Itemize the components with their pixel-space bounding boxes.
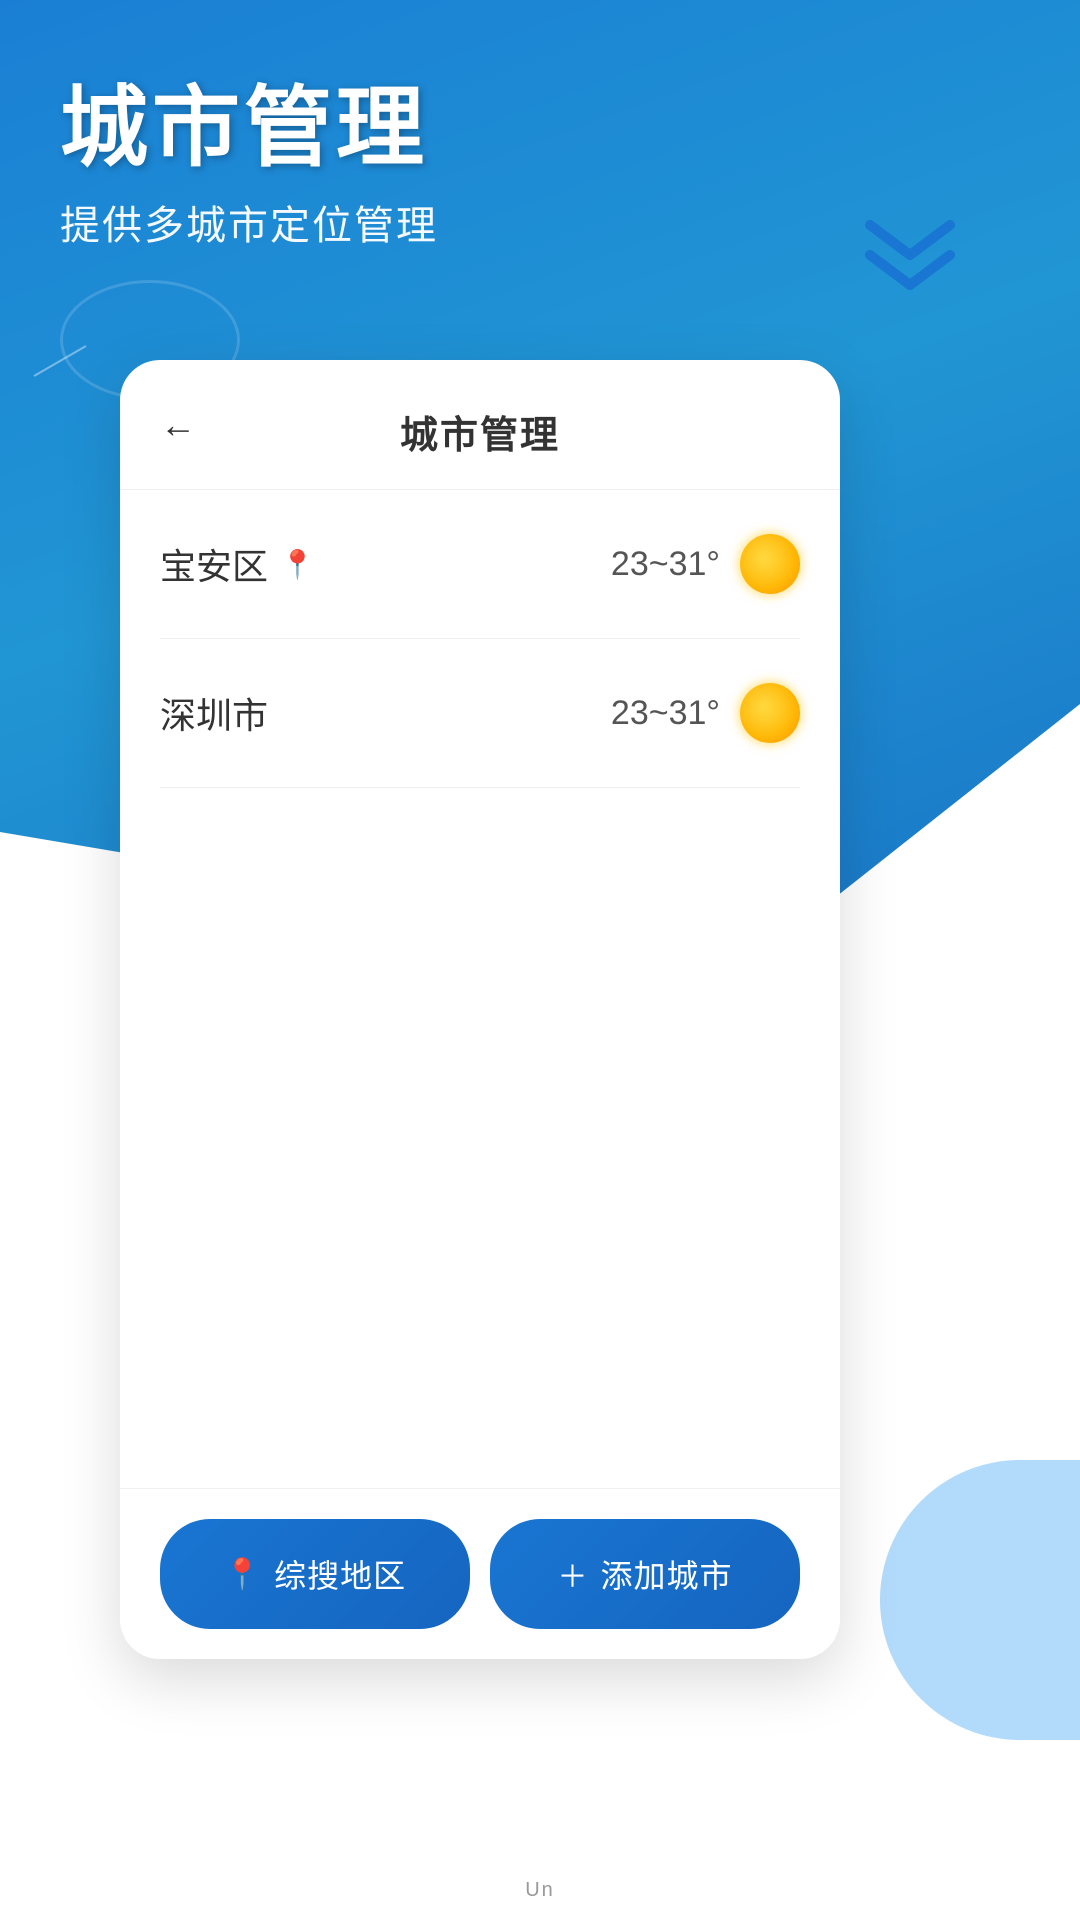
add-icon: ＋ xyxy=(557,1552,588,1596)
locate-area-button[interactable]: 📍 综搜地区 xyxy=(160,1519,470,1629)
temp-range-baoan: 23~31° xyxy=(611,545,720,584)
locate-icon: 📍 xyxy=(224,1557,262,1592)
city-right-shenzhen: 23~31° xyxy=(611,683,800,743)
city-management-card: ← 城市管理 宝安区 📍 23~31° 深圳市 23~31° xyxy=(120,360,840,1659)
bottom-action-buttons: 📍 综搜地区 ＋ 添加城市 xyxy=(120,1488,840,1659)
header-text-area: 城市管理 提供多城市定位管理 xyxy=(60,80,438,251)
temp-range-shenzhen: 23~31° xyxy=(611,694,720,733)
city-name-baoan: 宝安区 xyxy=(160,538,268,590)
page-main-title: 城市管理 xyxy=(60,80,438,177)
weather-sunny-icon-baoan xyxy=(740,534,800,594)
location-pin-icon: 📍 xyxy=(280,548,315,581)
add-button-label: 添加城市 xyxy=(600,1551,732,1597)
bottom-text: Un xyxy=(525,1879,555,1902)
add-city-button[interactable]: ＋ 添加城市 xyxy=(490,1519,800,1629)
city-name-shenzhen: 深圳市 xyxy=(160,687,268,739)
city-left-shenzhen: 深圳市 xyxy=(160,687,268,739)
city-item-baoan[interactable]: 宝安区 📍 23~31° xyxy=(160,490,800,639)
chevron-down-icon xyxy=(860,220,960,295)
bottom-bar: Un xyxy=(0,1860,1080,1920)
card-header: ← 城市管理 xyxy=(120,360,840,490)
locate-button-label: 综搜地区 xyxy=(274,1551,406,1597)
back-button[interactable]: ← xyxy=(160,404,196,446)
card-title: 城市管理 xyxy=(400,404,560,459)
city-left-baoan: 宝安区 📍 xyxy=(160,538,315,590)
page-subtitle: 提供多城市定位管理 xyxy=(60,193,438,251)
deco-blue-right xyxy=(880,1460,1080,1740)
city-right-baoan: 23~31° xyxy=(611,534,800,594)
city-item-shenzhen[interactable]: 深圳市 23~31° xyxy=(160,639,800,788)
empty-content-area xyxy=(120,788,840,1488)
weather-sunny-icon-shenzhen xyxy=(740,683,800,743)
city-list: 宝安区 📍 23~31° 深圳市 23~31° xyxy=(120,490,840,788)
